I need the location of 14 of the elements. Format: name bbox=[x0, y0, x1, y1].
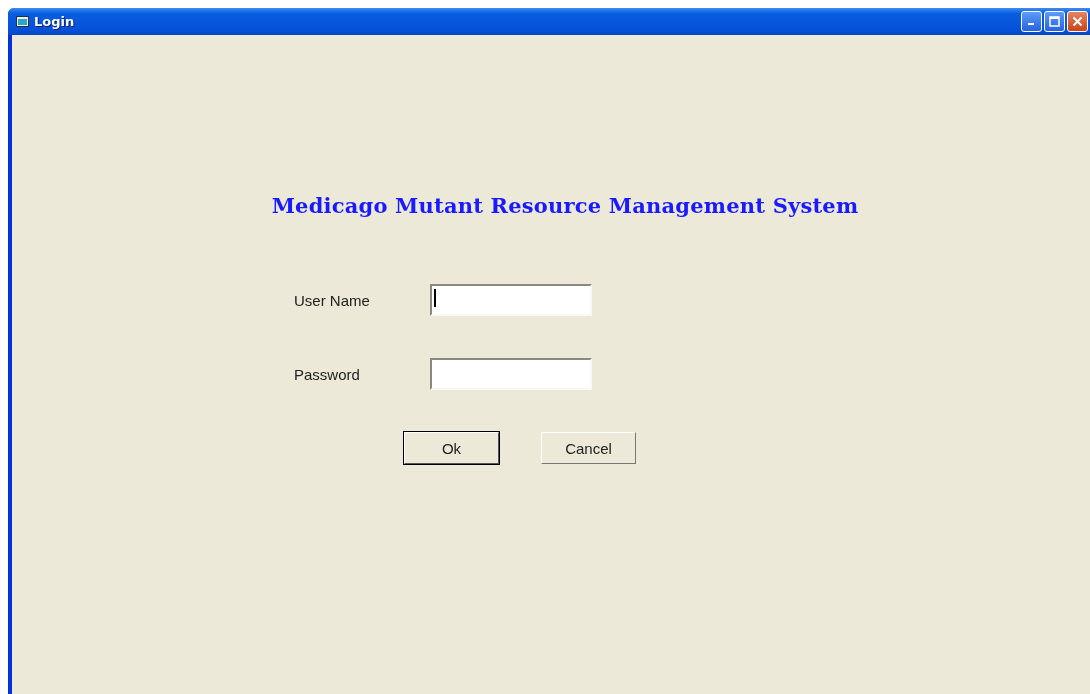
minimize-button[interactable] bbox=[1021, 11, 1042, 32]
input-field[interactable] bbox=[430, 358, 592, 390]
window-icon bbox=[16, 16, 29, 27]
close-button[interactable] bbox=[1067, 11, 1088, 32]
dialog-button[interactable]: Cancel bbox=[541, 432, 636, 464]
field-label: Password bbox=[294, 365, 361, 383]
close-icon bbox=[1072, 16, 1083, 27]
field-label: User Name bbox=[294, 291, 371, 309]
maximize-button[interactable] bbox=[1044, 11, 1065, 32]
window-title: Login bbox=[34, 14, 75, 29]
maximize-icon bbox=[1049, 16, 1060, 27]
app-heading: Medicago Mutant Resource Management System bbox=[270, 193, 860, 218]
dialog-button[interactable]: Ok bbox=[404, 432, 499, 464]
input-field[interactable] bbox=[430, 284, 592, 316]
